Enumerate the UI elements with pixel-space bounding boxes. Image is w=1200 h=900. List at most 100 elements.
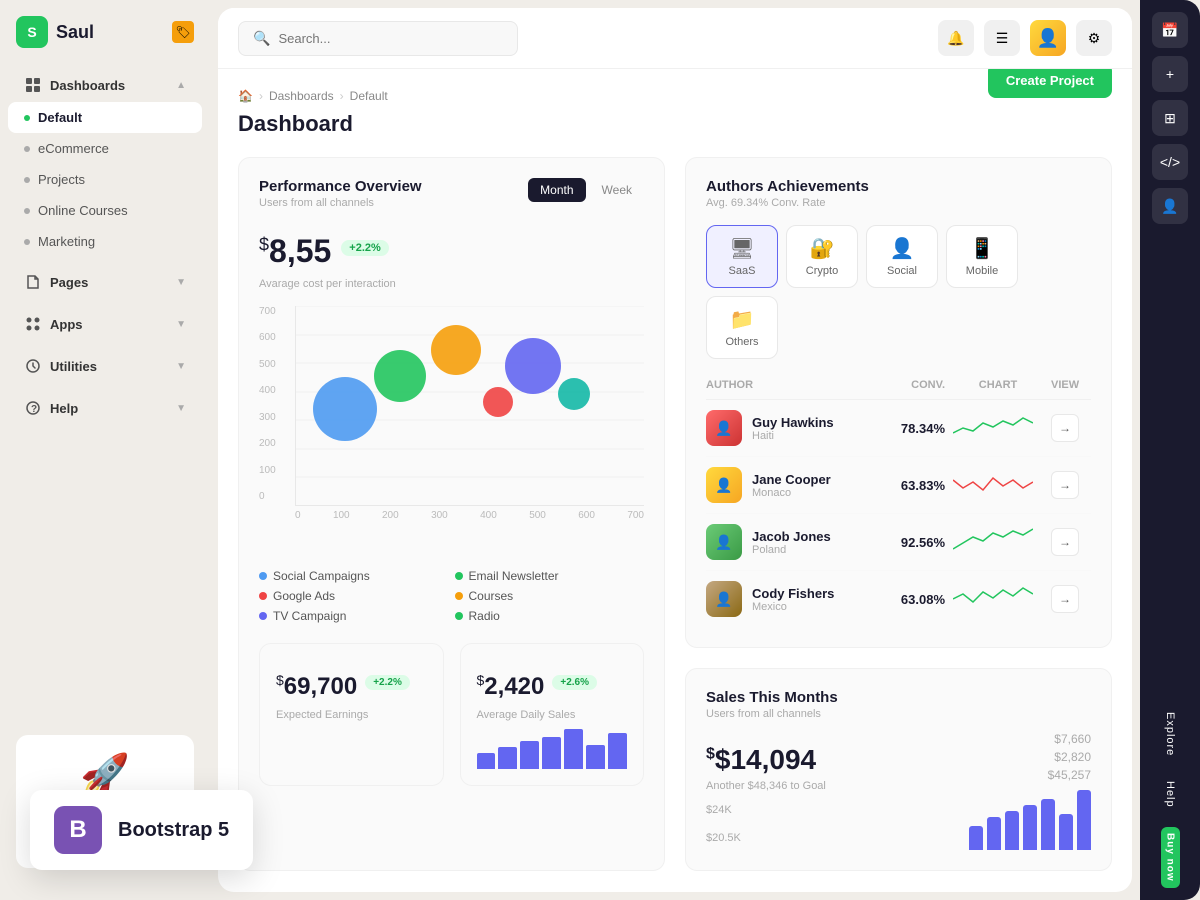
sidebar-item-marketing[interactable]: Marketing [8,226,202,257]
sidebar-item-pages[interactable]: Pages ▼ [8,265,202,299]
author-1-chart [953,413,1033,443]
bar-6 [586,745,605,769]
bubble-2 [374,350,426,402]
nav-section-dashboards: Dashboards ▲ Default eCommerce Projects … [0,64,210,261]
th-view: VIEW [1051,379,1091,391]
logo-badge: 🏷 [172,21,194,43]
rp-grid-button[interactable]: ⊞ [1152,100,1188,136]
bubble-chart [295,306,644,506]
author-2-avatar: 👤 [706,467,742,503]
x-0: 0 [295,510,301,521]
tool-icon [24,357,42,375]
cat-tab-saas[interactable]: 🖥 SaaS [706,225,778,288]
y-400: 400 [259,385,276,396]
sidebar-item-dashboards[interactable]: Dashboards ▲ [8,68,202,102]
author-3-name: Jacob Jones [752,529,831,544]
sidebar-item-help[interactable]: ? Help ▼ [8,391,202,425]
sidebar-item-ecommerce[interactable]: eCommerce [8,133,202,164]
author-4-details: Cody Fishers Mexico [752,586,834,613]
bubble-4 [483,387,513,417]
cat-tab-mobile[interactable]: 📱 Mobile [946,225,1018,288]
cat-tab-social[interactable]: 👤 Social [866,225,938,288]
rp-calendar-button[interactable]: 📅 [1152,12,1188,48]
author-1-view-button[interactable]: → [1051,414,1079,442]
bootstrap-icon: B [54,806,102,854]
sidebar-item-projects[interactable]: Projects [8,164,202,195]
author-2-details: Jane Cooper Monaco [752,472,831,499]
menu-button[interactable]: ☰ [984,20,1020,56]
cat-tab-crypto[interactable]: 🔐 Crypto [786,225,858,288]
main-grid: Performance Overview Users from all chan… [238,157,1112,871]
author-3-info: 👤 Jacob Jones Poland [706,524,857,560]
authors-title-group: Authors Achievements Avg. 69.34% Conv. R… [706,178,869,209]
expected-earnings-card: $69,700 +2.2% Expected Earnings [259,643,444,786]
tab-month[interactable]: Month [528,178,585,202]
table-row: 👤 Jacob Jones Poland 92.56% → [706,514,1091,571]
daily-value: $2,420 [477,672,545,701]
user-avatar[interactable]: 👤 [1030,20,1066,56]
explore-label[interactable]: Explore [1164,704,1176,764]
sales-content: $$14,094 Another $48,346 to Goal $24K $2… [706,732,1091,850]
buy-now-button[interactable]: Buy now [1161,827,1180,888]
author-2-name: Jane Cooper [752,472,831,487]
table-row: 👤 Cody Fishers Mexico 63.08% → [706,571,1091,627]
app-name: Saul [56,22,94,43]
right-column: Authors Achievements Avg. 69.34% Conv. R… [685,157,1112,871]
author-2-country: Monaco [752,487,831,499]
bubble-6 [558,378,590,410]
chevron-icon: ▲ [176,80,186,91]
chevron-pages-icon: ▼ [176,277,186,288]
amount-2: $2,820 [969,750,1091,764]
create-project-button[interactable]: Create Project [988,69,1112,98]
rp-add-button[interactable]: + [1152,56,1188,92]
bar-7 [608,733,627,769]
author-4-name: Cody Fishers [752,586,834,601]
rp-user-button[interactable]: 👤 [1152,188,1188,224]
search-box[interactable]: 🔍 [238,21,518,56]
chevron-help-icon: ▼ [176,403,186,414]
breadcrumb-home-icon[interactable]: 🏠 [238,89,253,103]
social-icon: 👤 [890,236,915,261]
author-3-details: Jacob Jones Poland [752,529,831,556]
sidebar: S Saul 🏷 Dashboards ▲ Default eCommerce … [0,0,210,900]
breadcrumb-dashboards[interactable]: Dashboards [269,89,334,103]
author-4-country: Mexico [752,601,834,613]
legend-tv-campaign: TV Campaign [259,609,449,623]
settings-button[interactable]: ⚙ [1076,20,1112,56]
sidebar-item-default[interactable]: Default [8,102,202,133]
x-700: 700 [627,510,644,521]
svg-text:?: ? [31,404,37,415]
author-3-avatar: 👤 [706,524,742,560]
bootstrap-text: Bootstrap 5 [118,819,229,842]
sbar-3 [1005,811,1019,850]
notifications-button[interactable]: 🔔 [938,20,974,56]
author-2-view-button[interactable]: → [1051,471,1079,499]
help-label[interactable]: Help [1164,773,1176,816]
author-1-conv: 78.34% [865,421,945,436]
sales-left: $$14,094 Another $48,346 to Goal $24K $2… [706,732,826,844]
sidebar-item-apps[interactable]: Apps ▼ [8,307,202,341]
legend-email-newsletter: Email Newsletter [455,569,645,583]
author-4-view-button[interactable]: → [1051,585,1079,613]
tab-group: Month Week [528,178,644,202]
author-2-chart [953,470,1033,500]
sidebar-item-online-courses[interactable]: Online Courses [8,195,202,226]
sidebar-item-utilities[interactable]: Utilities ▼ [8,349,202,383]
legend-dot-google [259,592,267,600]
metric-row: $8,55 +2.2% [259,221,644,274]
sbar-4 [1023,805,1037,850]
legend-dot-courses [455,592,463,600]
author-3-view-button[interactable]: → [1051,528,1079,556]
authors-table: AUTHOR CONV. CHART VIEW 👤 Guy Hawkins [706,375,1091,627]
tab-week[interactable]: Week [590,178,644,202]
expected-label: Expected Earnings [276,709,427,721]
th-chart: CHART [953,379,1043,391]
main-content: 🔍 🔔 ☰ 👤 ⚙ 🏠 › Dashboards › Default Creat… [218,8,1132,892]
author-1-info: 👤 Guy Hawkins Haiti [706,410,857,446]
cat-tab-others[interactable]: 📁 Others [706,296,778,359]
x-500: 500 [529,510,546,521]
search-input[interactable] [278,31,503,46]
author-3-chart [953,527,1033,557]
expected-row: $69,700 +2.2% [276,660,427,705]
rp-code-button[interactable]: </> [1152,144,1188,180]
